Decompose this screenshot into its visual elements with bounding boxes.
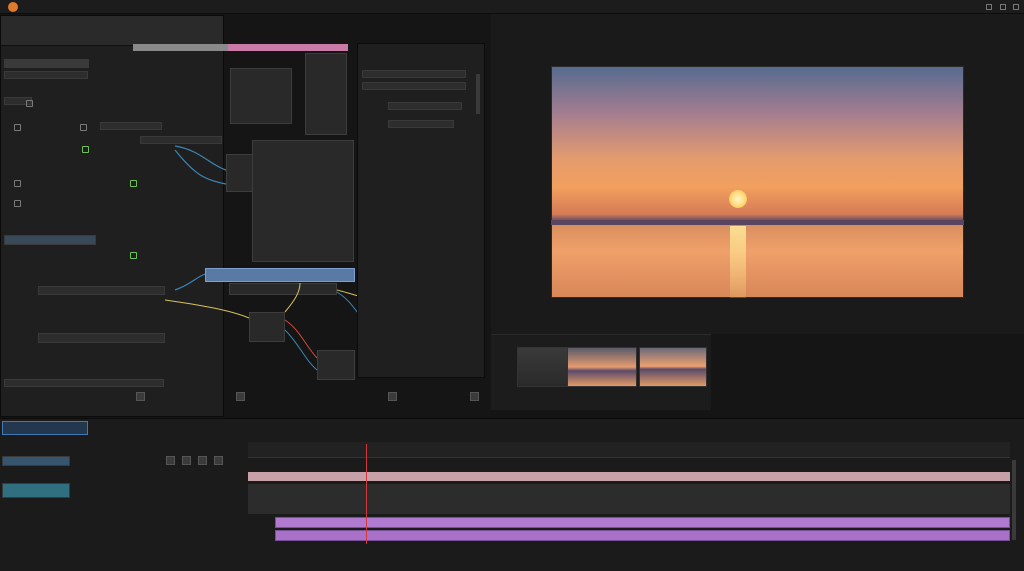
track-clips (248, 517, 1010, 543)
tree-row[interactable] (38, 286, 165, 295)
project-panel-header (1, 16, 223, 46)
tree-row[interactable] (4, 71, 88, 79)
timeline-tab[interactable] (2, 421, 88, 435)
property-row[interactable] (388, 120, 454, 128)
node-block[interactable] (229, 283, 337, 295)
minimize-icon[interactable] (986, 4, 992, 10)
lock-icon[interactable] (26, 100, 33, 107)
menu-bar (0, 0, 1024, 14)
tree-row[interactable] (4, 379, 164, 387)
tree-row[interactable] (100, 122, 162, 130)
toggle-icon[interactable] (130, 252, 137, 259)
tree-row[interactable] (140, 136, 222, 144)
tree-row-highlight[interactable] (4, 235, 96, 245)
time-ruler[interactable] (248, 442, 1010, 458)
thumbnail-sunset[interactable] (567, 347, 637, 387)
header-bar-pink (228, 44, 348, 51)
node-block[interactable] (230, 68, 292, 124)
play-icon[interactable] (236, 392, 245, 401)
track-lock-icon[interactable] (166, 456, 175, 465)
thumbnail-dark[interactable] (517, 347, 569, 387)
node-block[interactable] (226, 154, 254, 192)
maximize-icon[interactable] (1000, 4, 1006, 10)
track-grey[interactable] (248, 484, 1010, 514)
thumbnail-sunset[interactable] (639, 347, 707, 387)
properties-scrollbar[interactable] (476, 74, 480, 114)
clip[interactable] (275, 517, 1010, 528)
track-header[interactable] (2, 456, 70, 466)
node-block[interactable] (317, 350, 355, 380)
node-block[interactable] (249, 312, 285, 342)
node-block[interactable] (252, 140, 354, 262)
sun (729, 190, 747, 208)
next-button[interactable] (388, 392, 397, 401)
node-block[interactable] (305, 53, 347, 135)
property-row[interactable] (388, 102, 462, 110)
track-header[interactable] (2, 483, 70, 498)
toggle-icon[interactable] (130, 180, 137, 187)
properties-panel (357, 43, 485, 378)
eye-icon[interactable] (14, 124, 21, 131)
header-bar-grey (133, 44, 228, 51)
prev-button[interactable] (136, 392, 145, 401)
app-logo-icon[interactable] (8, 1, 18, 12)
property-row[interactable] (362, 70, 466, 78)
preview-image-sunset[interactable] (551, 66, 964, 298)
property-row[interactable] (362, 82, 466, 90)
toggle-icon[interactable] (82, 146, 89, 153)
track-pink[interactable] (248, 472, 1010, 481)
sun-reflection (730, 226, 746, 298)
horizon-line (551, 220, 964, 225)
track-eye-icon[interactable] (182, 456, 191, 465)
eye-icon[interactable] (14, 200, 21, 207)
settings-button[interactable] (470, 392, 479, 401)
media-bin (491, 334, 711, 410)
lock-icon[interactable] (80, 124, 87, 131)
track-solo-icon[interactable] (214, 456, 223, 465)
node-selected[interactable] (205, 268, 355, 282)
track-mute-icon[interactable] (198, 456, 207, 465)
clip[interactable] (275, 530, 1010, 541)
playhead[interactable] (366, 444, 367, 544)
close-icon[interactable] (1013, 4, 1019, 10)
eye-icon[interactable] (14, 180, 21, 187)
tree-row-selected[interactable] (4, 59, 89, 68)
timeline-scrollbar[interactable] (1012, 460, 1016, 540)
tree-row[interactable] (38, 333, 165, 343)
